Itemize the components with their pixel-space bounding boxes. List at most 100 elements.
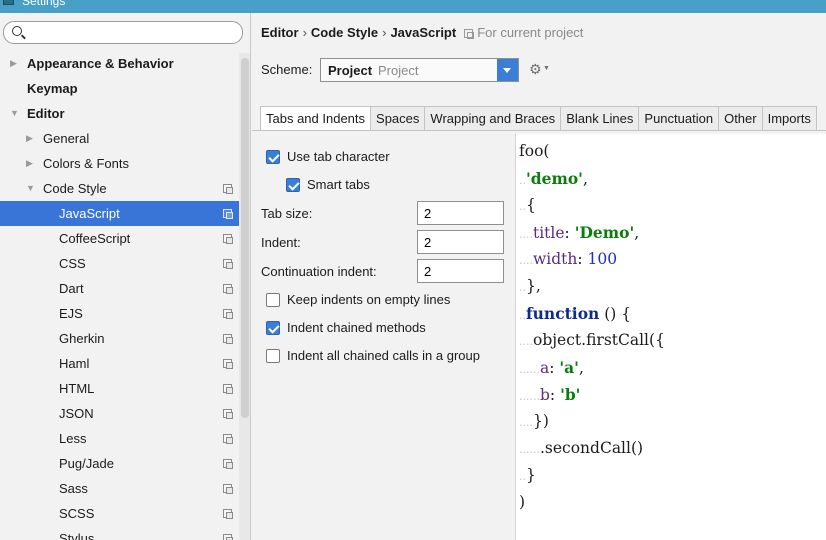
scheme-type: Project bbox=[378, 63, 419, 78]
copy-scheme-icon bbox=[223, 484, 233, 494]
code-token-prop: b bbox=[539, 386, 550, 404]
tab-spaces[interactable]: Spaces bbox=[371, 106, 426, 131]
sidebar-item-label: Less bbox=[59, 431, 87, 446]
whitespace-marker: .. bbox=[519, 281, 526, 294]
tab-other[interactable]: Other bbox=[719, 106, 763, 131]
code-line: ..'demo', bbox=[519, 165, 588, 192]
chevron-down-icon[interactable] bbox=[497, 59, 518, 81]
copy-scheme-icon bbox=[464, 29, 475, 39]
copy-scheme-icon bbox=[223, 409, 233, 419]
code-token-prop: width bbox=[533, 250, 578, 268]
sidebar-item-label: Keymap bbox=[27, 81, 78, 96]
tree-scrollbar-thumb[interactable] bbox=[241, 58, 249, 418]
breadcrumb: Editor › Code Style › JavaScript For current … bbox=[261, 25, 583, 41]
copy-scheme-icon bbox=[223, 184, 233, 194]
copy-scheme-icon bbox=[223, 309, 233, 319]
tab-blank-lines[interactable]: Blank Lines bbox=[561, 106, 640, 131]
code-line: ......a: 'a', bbox=[519, 354, 584, 381]
sidebar-item-editor[interactable]: ▼ Editor bbox=[0, 101, 250, 126]
sidebar-item-label: Gherkin bbox=[59, 331, 105, 346]
sidebar-item-label: EJS bbox=[59, 306, 83, 321]
sidebar-item-label: Sass bbox=[59, 481, 88, 496]
sidebar-item-html[interactable]: HTML bbox=[0, 376, 250, 401]
scheme-dropdown[interactable]: Project Project bbox=[320, 58, 519, 82]
whitespace-marker: .... bbox=[519, 335, 533, 348]
tab-divider bbox=[252, 130, 826, 131]
code-line: .......secondCall() bbox=[519, 435, 643, 462]
code-token-prop: title bbox=[533, 224, 565, 242]
gear-caret-icon[interactable]: ▼ bbox=[543, 65, 550, 72]
sidebar-item-stylus[interactable]: Stylus bbox=[0, 526, 250, 540]
sidebar-item-label: JSON bbox=[59, 406, 94, 421]
sidebar-item-ejs[interactable]: EJS bbox=[0, 301, 250, 326]
code-token-plain: : bbox=[549, 386, 561, 404]
smart-tabs-checkbox[interactable] bbox=[286, 178, 300, 192]
tab-size-field[interactable] bbox=[417, 201, 504, 225]
sidebar-item-gherkin[interactable]: Gherkin bbox=[0, 326, 250, 351]
triangle-down-icon[interactable]: ▼ bbox=[10, 101, 19, 126]
code-token-plain: , bbox=[578, 359, 584, 377]
use-tab-character-checkbox[interactable] bbox=[266, 150, 280, 164]
search-box[interactable] bbox=[3, 21, 243, 44]
sidebar-item-javascript[interactable]: JavaScript bbox=[0, 201, 250, 226]
code-line: ......b: 'b' bbox=[519, 381, 580, 408]
sidebar-item-label: Colors & Fonts bbox=[43, 156, 129, 171]
sidebar-item-scss[interactable]: SCSS bbox=[0, 501, 250, 526]
breadcrumb-item-javascript: JavaScript bbox=[390, 25, 457, 40]
indent-chained-methods-label: Indent chained methods bbox=[287, 320, 426, 335]
sidebar-item-label: SCSS bbox=[59, 506, 95, 521]
triangle-down-icon[interactable]: ▼ bbox=[26, 176, 35, 201]
sidebar-item-json[interactable]: JSON bbox=[0, 401, 250, 426]
sidebar-item-dart[interactable]: Dart bbox=[0, 276, 250, 301]
code-token-str: 'b' bbox=[560, 385, 581, 404]
code-token-plain: : bbox=[549, 359, 560, 377]
copy-scheme-icon bbox=[223, 509, 233, 519]
code-preview[interactable]: foo(..'demo', ..{....title: 'Demo', ....wi… bbox=[515, 134, 826, 540]
triangle-right-icon[interactable]: ▶ bbox=[26, 151, 33, 176]
indent-chained-methods-checkbox[interactable] bbox=[266, 321, 280, 335]
sidebar-item-haml[interactable]: Haml bbox=[0, 351, 250, 376]
code-token-plain: , bbox=[634, 224, 640, 242]
sidebar-item-coffeescript[interactable]: CoffeeScript bbox=[0, 226, 250, 251]
triangle-right-icon[interactable]: ▶ bbox=[10, 51, 17, 76]
continuation-indent-field[interactable] bbox=[417, 259, 504, 283]
whitespace-marker: .. bbox=[519, 174, 526, 187]
scheme-label: Scheme: bbox=[261, 62, 313, 77]
code-line: ..}, bbox=[519, 273, 541, 300]
copy-scheme-icon bbox=[223, 234, 233, 244]
copy-scheme-icon bbox=[223, 359, 233, 369]
whitespace-marker: .. bbox=[519, 200, 526, 213]
sidebar-item-less[interactable]: Less bbox=[0, 426, 250, 451]
copy-scheme-icon bbox=[223, 459, 233, 469]
use-tab-character-label: Use tab character bbox=[287, 149, 390, 164]
whitespace-marker: .... bbox=[519, 416, 533, 429]
title-bar: Settings bbox=[0, 0, 826, 13]
code-token-plain: }, bbox=[526, 277, 541, 295]
triangle-right-icon[interactable]: ▶ bbox=[26, 126, 33, 151]
tab-punctuation[interactable]: Punctuation bbox=[639, 106, 720, 131]
gear-icon[interactable]: ⚙ bbox=[529, 61, 542, 78]
tab-tabs-and-indents[interactable]: Tabs and Indents bbox=[260, 106, 372, 131]
tab-imports[interactable]: Imports bbox=[762, 106, 817, 131]
sidebar-item-pug-jade[interactable]: Pug/Jade bbox=[0, 451, 250, 476]
sidebar-item-code-style[interactable]: ▼ Code Style bbox=[0, 176, 250, 201]
sidebar-item-sass[interactable]: Sass bbox=[0, 476, 250, 501]
sidebar-item-colors-fonts[interactable]: ▶ Colors & Fonts bbox=[0, 151, 250, 176]
sidebar-item-label: Stylus bbox=[59, 531, 95, 540]
sidebar-item-general[interactable]: ▶ General bbox=[0, 126, 250, 151]
sidebar-item-keymap[interactable]: Keymap bbox=[0, 76, 250, 101]
keep-indents-empty-checkbox[interactable] bbox=[266, 293, 280, 307]
copy-scheme-icon bbox=[223, 534, 233, 540]
code-line: ..function () { bbox=[519, 300, 631, 327]
code-token-plain: , bbox=[582, 170, 588, 188]
indent-all-chained-calls-checkbox[interactable] bbox=[266, 349, 280, 363]
search-input[interactable] bbox=[26, 24, 236, 41]
tab-size-label: Tab size: bbox=[261, 206, 313, 221]
indent-field[interactable] bbox=[417, 230, 504, 254]
tab-wrapping-and-braces[interactable]: Wrapping and Braces bbox=[425, 106, 562, 131]
code-token-str: 'Demo' bbox=[574, 223, 635, 242]
sidebar-item-css[interactable]: CSS bbox=[0, 251, 250, 276]
sidebar-item-appearance-behavior[interactable]: ▶ Appearance & Behavior bbox=[0, 51, 250, 76]
copy-scheme-icon bbox=[223, 259, 233, 269]
sidebar-item-label: General bbox=[43, 131, 90, 146]
